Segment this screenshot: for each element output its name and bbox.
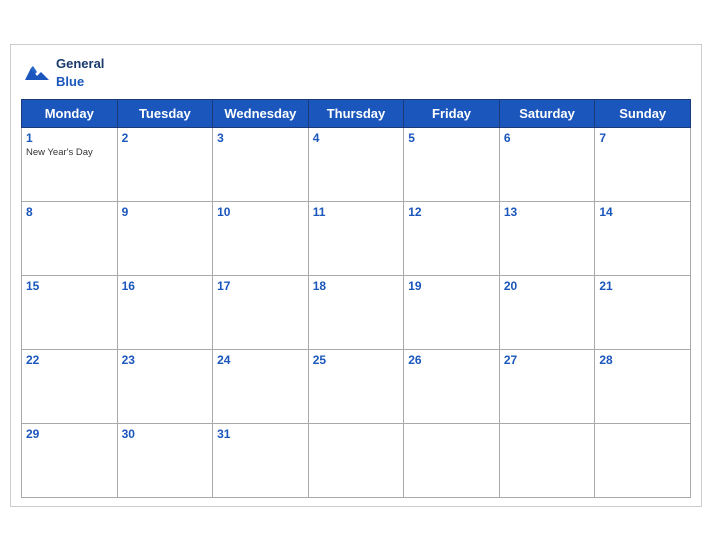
day-header-monday: Monday (22, 99, 118, 127)
logo-area: General Blue (21, 55, 104, 91)
day-header-wednesday: Wednesday (213, 99, 309, 127)
day-number: 4 (313, 131, 400, 145)
day-cell: 30 (117, 423, 213, 497)
calendar-container: General Blue MondayTuesdayWednesdayThurs… (10, 44, 702, 507)
day-header-sunday: Sunday (595, 99, 691, 127)
day-number: 12 (408, 205, 495, 219)
day-cell: 14 (595, 201, 691, 275)
calendar-header: General Blue (21, 55, 691, 91)
day-cell: 11 (308, 201, 404, 275)
week-row-5: 29 30 31 (22, 423, 691, 497)
day-cell: 27 (499, 349, 595, 423)
day-number: 5 (408, 131, 495, 145)
day-header-saturday: Saturday (499, 99, 595, 127)
day-cell: 16 (117, 275, 213, 349)
day-number: 28 (599, 353, 686, 367)
day-number: 19 (408, 279, 495, 293)
day-number: 29 (26, 427, 113, 441)
day-cell: 28 (595, 349, 691, 423)
logo-general: General (56, 56, 104, 71)
day-cell: 20 (499, 275, 595, 349)
day-cell: 13 (499, 201, 595, 275)
day-number: 2 (122, 131, 209, 145)
week-row-1: 1 New Year's Day 234567 (22, 127, 691, 201)
calendar-table: MondayTuesdayWednesdayThursdayFridaySatu… (21, 99, 691, 498)
day-number: 16 (122, 279, 209, 293)
logo-text: General Blue (56, 56, 104, 89)
day-number: 26 (408, 353, 495, 367)
day-cell (404, 423, 500, 497)
holiday-label: New Year's Day (26, 147, 113, 158)
day-cell: 22 (22, 349, 118, 423)
day-cell: 19 (404, 275, 500, 349)
day-cell: 17 (213, 275, 309, 349)
day-number: 22 (26, 353, 113, 367)
day-cell: 15 (22, 275, 118, 349)
day-cell: 23 (117, 349, 213, 423)
day-cell: 29 (22, 423, 118, 497)
day-cell: 10 (213, 201, 309, 275)
day-number: 14 (599, 205, 686, 219)
day-cell (595, 423, 691, 497)
day-cell: 26 (404, 349, 500, 423)
day-number: 21 (599, 279, 686, 293)
day-cell: 9 (117, 201, 213, 275)
day-cell (499, 423, 595, 497)
day-cell: 1 New Year's Day (22, 127, 118, 201)
day-cell (308, 423, 404, 497)
day-cell: 2 (117, 127, 213, 201)
day-cell: 12 (404, 201, 500, 275)
day-number: 1 (26, 131, 113, 145)
week-row-2: 89 10 11 12 13 14 (22, 201, 691, 275)
day-number: 20 (504, 279, 591, 293)
day-number: 27 (504, 353, 591, 367)
day-number: 15 (26, 279, 113, 293)
day-number: 9 (122, 205, 209, 219)
day-cell: 8 (22, 201, 118, 275)
day-cell: 7 (595, 127, 691, 201)
day-number: 18 (313, 279, 400, 293)
logo-blue: Blue (56, 74, 84, 89)
day-header-tuesday: Tuesday (117, 99, 213, 127)
day-number: 11 (313, 205, 400, 219)
header-row: MondayTuesdayWednesdayThursdayFridaySatu… (22, 99, 691, 127)
day-cell: 21 (595, 275, 691, 349)
day-cell: 24 (213, 349, 309, 423)
day-cell: 25 (308, 349, 404, 423)
week-row-3: 15 16 17 18 19 20 21 (22, 275, 691, 349)
day-number: 6 (504, 131, 591, 145)
day-cell: 5 (404, 127, 500, 201)
day-cell: 6 (499, 127, 595, 201)
day-header-friday: Friday (404, 99, 500, 127)
day-number: 31 (217, 427, 304, 441)
day-cell: 4 (308, 127, 404, 201)
day-number: 7 (599, 131, 686, 145)
day-number: 24 (217, 353, 304, 367)
day-number: 17 (217, 279, 304, 293)
day-number: 30 (122, 427, 209, 441)
day-cell: 18 (308, 275, 404, 349)
day-cell: 31 (213, 423, 309, 497)
day-number: 25 (313, 353, 400, 367)
day-number: 10 (217, 205, 304, 219)
day-cell: 3 (213, 127, 309, 201)
day-header-thursday: Thursday (308, 99, 404, 127)
day-number: 23 (122, 353, 209, 367)
day-number: 13 (504, 205, 591, 219)
week-row-4: 22 23 24 25 26 27 28 (22, 349, 691, 423)
day-number: 3 (217, 131, 304, 145)
general-blue-icon (21, 62, 53, 84)
day-number: 8 (26, 205, 113, 219)
